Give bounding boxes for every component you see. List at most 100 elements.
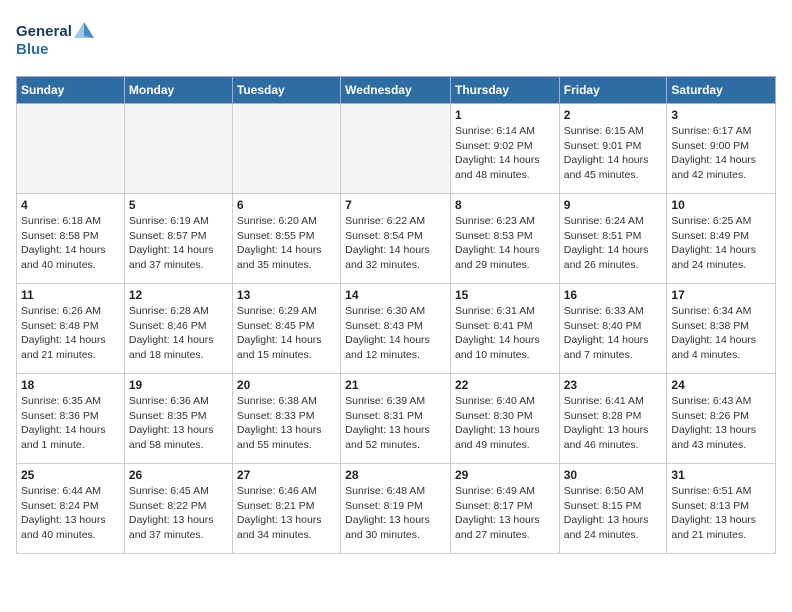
day-header-friday: Friday — [559, 77, 667, 104]
calendar-cell: 27 Sunrise: 6:46 AM Sunset: 8:21 PM Dayli… — [232, 464, 340, 554]
calendar-cell — [232, 104, 340, 194]
day-number: 23 — [564, 378, 663, 392]
day-header-saturday: Saturday — [667, 77, 776, 104]
day-info: Sunrise: 6:20 AM Sunset: 8:55 PM Dayligh… — [237, 214, 336, 273]
calendar-cell — [341, 104, 451, 194]
day-info: Sunrise: 6:30 AM Sunset: 8:43 PM Dayligh… — [345, 304, 446, 363]
calendar-cell: 11 Sunrise: 6:26 AM Sunset: 8:48 PM Dayli… — [17, 284, 125, 374]
calendar: SundayMondayTuesdayWednesdayThursdayFrid… — [16, 76, 776, 554]
calendar-cell: 12 Sunrise: 6:28 AM Sunset: 8:46 PM Dayli… — [124, 284, 232, 374]
calendar-cell: 13 Sunrise: 6:29 AM Sunset: 8:45 PM Dayli… — [232, 284, 340, 374]
calendar-cell — [124, 104, 232, 194]
day-info: Sunrise: 6:17 AM Sunset: 9:00 PM Dayligh… — [671, 124, 771, 183]
calendar-week-row: 1 Sunrise: 6:14 AM Sunset: 9:02 PM Daylig… — [17, 104, 776, 194]
day-info: Sunrise: 6:31 AM Sunset: 8:41 PM Dayligh… — [455, 304, 555, 363]
svg-text:General: General — [16, 23, 72, 40]
calendar-cell — [17, 104, 125, 194]
day-info: Sunrise: 6:41 AM Sunset: 8:28 PM Dayligh… — [564, 394, 663, 453]
day-info: Sunrise: 6:36 AM Sunset: 8:35 PM Dayligh… — [129, 394, 228, 453]
day-number: 5 — [129, 198, 228, 212]
calendar-cell: 30 Sunrise: 6:50 AM Sunset: 8:15 PM Dayli… — [559, 464, 667, 554]
day-info: Sunrise: 6:44 AM Sunset: 8:24 PM Dayligh… — [21, 484, 120, 543]
day-number: 3 — [671, 108, 771, 122]
calendar-cell: 14Sunrise: 6:30 AM Sunset: 8:43 PM Dayli… — [341, 284, 451, 374]
calendar-cell: 9 Sunrise: 6:24 AM Sunset: 8:51 PM Daylig… — [559, 194, 667, 284]
header: General Blue — [16, 16, 776, 64]
calendar-cell: 28 Sunrise: 6:48 AM Sunset: 8:19 PM Dayli… — [341, 464, 451, 554]
calendar-cell: 29 Sunrise: 6:49 AM Sunset: 8:17 PM Dayli… — [450, 464, 559, 554]
calendar-cell: 24Sunrise: 6:43 AM Sunset: 8:26 PM Dayli… — [667, 374, 776, 464]
calendar-cell: 23 Sunrise: 6:41 AM Sunset: 8:28 PM Dayli… — [559, 374, 667, 464]
day-info: Sunrise: 6:51 AM Sunset: 8:13 PM Dayligh… — [671, 484, 771, 543]
day-header-tuesday: Tuesday — [232, 77, 340, 104]
calendar-cell: 10 Sunrise: 6:25 AM Sunset: 8:49 PM Dayli… — [667, 194, 776, 284]
calendar-header-row: SundayMondayTuesdayWednesdayThursdayFrid… — [17, 77, 776, 104]
calendar-week-row: 18Sunrise: 6:35 AM Sunset: 8:36 PM Dayli… — [17, 374, 776, 464]
day-number: 24 — [671, 378, 771, 392]
day-number: 8 — [455, 198, 555, 212]
day-number: 12 — [129, 288, 228, 302]
calendar-cell: 18Sunrise: 6:35 AM Sunset: 8:36 PM Dayli… — [17, 374, 125, 464]
calendar-week-row: 25 Sunrise: 6:44 AM Sunset: 8:24 PM Dayli… — [17, 464, 776, 554]
day-header-thursday: Thursday — [450, 77, 559, 104]
calendar-cell: 15Sunrise: 6:31 AM Sunset: 8:41 PM Dayli… — [450, 284, 559, 374]
day-number: 20 — [237, 378, 336, 392]
day-number: 9 — [564, 198, 663, 212]
day-info: Sunrise: 6:24 AM Sunset: 8:51 PM Dayligh… — [564, 214, 663, 273]
day-number: 13 — [237, 288, 336, 302]
day-info: Sunrise: 6:45 AM Sunset: 8:22 PM Dayligh… — [129, 484, 228, 543]
calendar-cell: 20 Sunrise: 6:38 AM Sunset: 8:33 PM Dayli… — [232, 374, 340, 464]
svg-text:Blue: Blue — [16, 41, 49, 58]
day-header-wednesday: Wednesday — [341, 77, 451, 104]
day-number: 21 — [345, 378, 446, 392]
day-number: 4 — [21, 198, 120, 212]
day-info: Sunrise: 6:49 AM Sunset: 8:17 PM Dayligh… — [455, 484, 555, 543]
day-number: 29 — [455, 468, 555, 482]
day-number: 1 — [455, 108, 555, 122]
day-number: 11 — [21, 288, 120, 302]
day-number: 31 — [671, 468, 771, 482]
day-info: Sunrise: 6:48 AM Sunset: 8:19 PM Dayligh… — [345, 484, 446, 543]
day-info: Sunrise: 6:50 AM Sunset: 8:15 PM Dayligh… — [564, 484, 663, 543]
day-header-monday: Monday — [124, 77, 232, 104]
day-info: Sunrise: 6:39 AM Sunset: 8:31 PM Dayligh… — [345, 394, 446, 453]
day-info: Sunrise: 6:38 AM Sunset: 8:33 PM Dayligh… — [237, 394, 336, 453]
calendar-week-row: 11 Sunrise: 6:26 AM Sunset: 8:48 PM Dayli… — [17, 284, 776, 374]
day-info: Sunrise: 6:19 AM Sunset: 8:57 PM Dayligh… — [129, 214, 228, 273]
day-info: Sunrise: 6:28 AM Sunset: 8:46 PM Dayligh… — [129, 304, 228, 363]
day-number: 2 — [564, 108, 663, 122]
day-number: 26 — [129, 468, 228, 482]
day-info: Sunrise: 6:14 AM Sunset: 9:02 PM Dayligh… — [455, 124, 555, 183]
logo: General Blue — [16, 16, 96, 64]
calendar-cell: 2 Sunrise: 6:15 AM Sunset: 9:01 PM Daylig… — [559, 104, 667, 194]
day-info: Sunrise: 6:40 AM Sunset: 8:30 PM Dayligh… — [455, 394, 555, 453]
day-number: 10 — [671, 198, 771, 212]
calendar-cell: 7 Sunrise: 6:22 AM Sunset: 8:54 PM Daylig… — [341, 194, 451, 284]
day-info: Sunrise: 6:15 AM Sunset: 9:01 PM Dayligh… — [564, 124, 663, 183]
day-number: 28 — [345, 468, 446, 482]
day-number: 7 — [345, 198, 446, 212]
calendar-cell: 31 Sunrise: 6:51 AM Sunset: 8:13 PM Dayli… — [667, 464, 776, 554]
day-number: 6 — [237, 198, 336, 212]
day-number: 22 — [455, 378, 555, 392]
calendar-cell: 6 Sunrise: 6:20 AM Sunset: 8:55 PM Daylig… — [232, 194, 340, 284]
day-info: Sunrise: 6:46 AM Sunset: 8:21 PM Dayligh… — [237, 484, 336, 543]
day-info: Sunrise: 6:29 AM Sunset: 8:45 PM Dayligh… — [237, 304, 336, 363]
day-number: 19 — [129, 378, 228, 392]
calendar-cell: 25 Sunrise: 6:44 AM Sunset: 8:24 PM Dayli… — [17, 464, 125, 554]
day-number: 27 — [237, 468, 336, 482]
calendar-cell: 8Sunrise: 6:23 AM Sunset: 8:53 PM Daylig… — [450, 194, 559, 284]
calendar-week-row: 4Sunrise: 6:18 AM Sunset: 8:58 PM Daylig… — [17, 194, 776, 284]
day-info: Sunrise: 6:22 AM Sunset: 8:54 PM Dayligh… — [345, 214, 446, 273]
day-number: 30 — [564, 468, 663, 482]
day-number: 17 — [671, 288, 771, 302]
day-info: Sunrise: 6:25 AM Sunset: 8:49 PM Dayligh… — [671, 214, 771, 273]
day-info: Sunrise: 6:34 AM Sunset: 8:38 PM Dayligh… — [671, 304, 771, 363]
calendar-cell: 21 Sunrise: 6:39 AM Sunset: 8:31 PM Dayli… — [341, 374, 451, 464]
day-info: Sunrise: 6:26 AM Sunset: 8:48 PM Dayligh… — [21, 304, 120, 363]
day-number: 25 — [21, 468, 120, 482]
calendar-cell: 16Sunrise: 6:33 AM Sunset: 8:40 PM Dayli… — [559, 284, 667, 374]
calendar-cell: 26 Sunrise: 6:45 AM Sunset: 8:22 PM Dayli… — [124, 464, 232, 554]
calendar-cell: 17 Sunrise: 6:34 AM Sunset: 8:38 PM Dayli… — [667, 284, 776, 374]
calendar-cell: 19 Sunrise: 6:36 AM Sunset: 8:35 PM Dayli… — [124, 374, 232, 464]
